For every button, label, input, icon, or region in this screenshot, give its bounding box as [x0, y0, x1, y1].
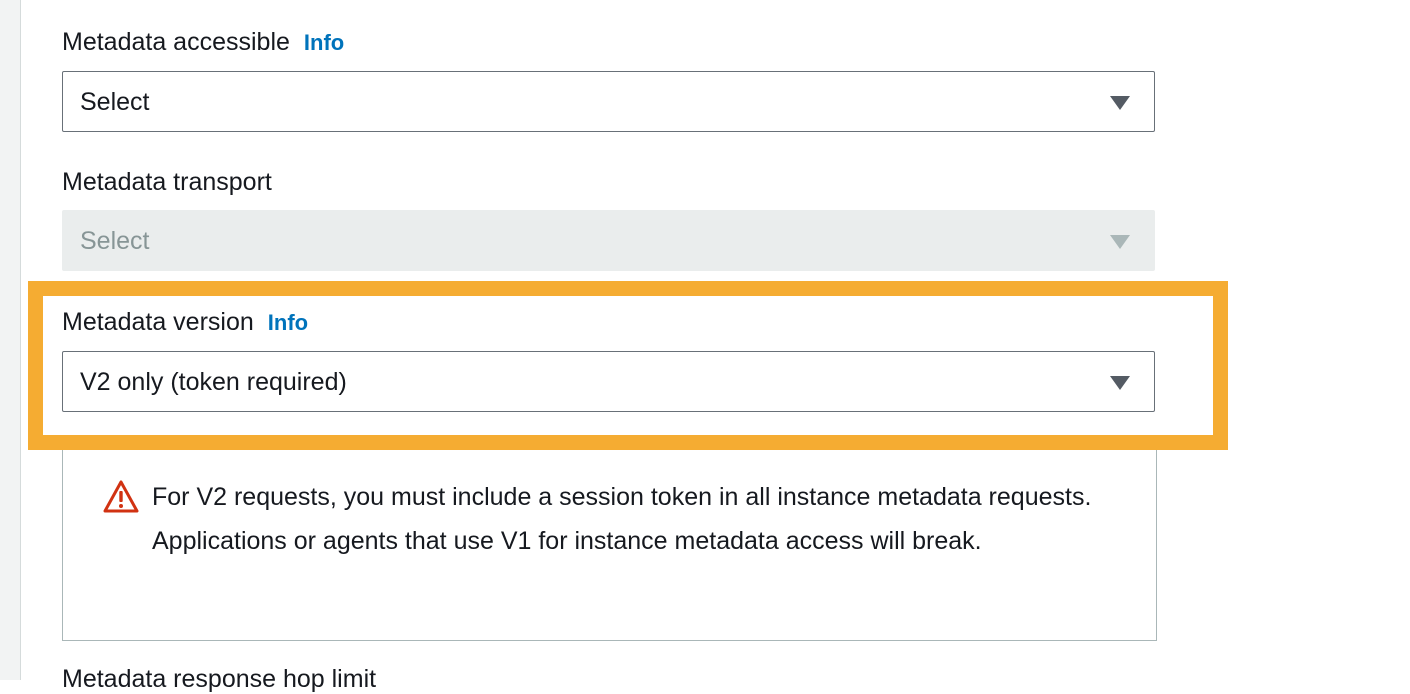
warning-alert: For V2 requests, you must include a sess…: [62, 450, 1157, 641]
metadata-accessible-info-link[interactable]: Info: [304, 30, 344, 55]
caret-down-icon: [1110, 96, 1130, 110]
metadata-version-value: V2 only (token required): [80, 368, 347, 396]
metadata-hop-limit-label: Metadata response hop limit: [62, 665, 377, 693]
metadata-accessible-label-text: Metadata accessible: [62, 28, 290, 56]
caret-down-icon: [1110, 376, 1130, 390]
left-panel-edge: [0, 0, 21, 680]
metadata-version-info-link[interactable]: Info: [268, 310, 308, 335]
warning-triangle-icon: [103, 480, 139, 513]
metadata-accessible-value: Select: [80, 88, 150, 116]
metadata-transport-label: Metadata transport: [62, 167, 272, 197]
metadata-accessible-label: Metadata accessible Info: [62, 27, 344, 58]
warning-alert-text: For V2 requests, you must include a sess…: [152, 483, 1092, 555]
metadata-transport-value: Select: [80, 227, 150, 255]
metadata-version-label-text: Metadata version: [62, 308, 254, 336]
metadata-transport-label-text: Metadata transport: [62, 168, 272, 196]
metadata-accessible-select[interactable]: Select: [62, 71, 1155, 132]
metadata-version-select[interactable]: V2 only (token required): [62, 351, 1155, 412]
metadata-transport-select: Select: [62, 210, 1155, 271]
caret-down-icon: [1110, 235, 1130, 249]
metadata-version-label: Metadata version Info: [62, 307, 308, 338]
